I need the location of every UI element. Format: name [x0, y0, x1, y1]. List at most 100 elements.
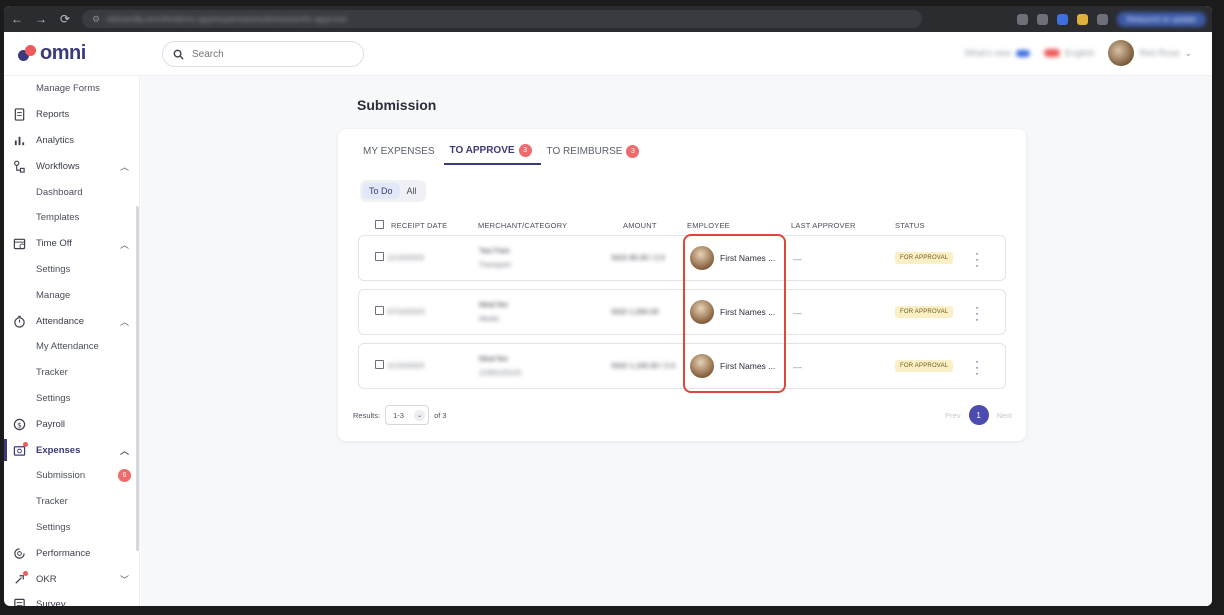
col-receipt-date[interactable]: RECEIPT DATE: [391, 221, 447, 230]
chevron-up-icon[interactable]: ︿: [120, 315, 129, 328]
forward-icon[interactable]: →: [34, 12, 48, 26]
sidebar-item-settings[interactable]: Settings: [4, 515, 139, 541]
sidebar-item-survey[interactable]: Survey: [4, 592, 139, 606]
col-last-approver[interactable]: LAST APPROVER: [791, 221, 856, 230]
relaunch-button[interactable]: Relaunch to update: [1116, 11, 1206, 27]
table-row[interactable]: 11/10/2023 Meal fee 1230123123 SGD 1,100.00…: [358, 343, 1006, 389]
chevron-down-icon: ⌄: [414, 409, 426, 421]
sidebar-item-attendance[interactable]: Attendance ︿: [4, 308, 139, 334]
row-checkbox[interactable]: [375, 306, 384, 315]
app-header: omni What's new English Red Rose ⌄: [4, 32, 1212, 76]
row-checkbox[interactable]: [375, 252, 384, 261]
sidebar-item-manage-forms[interactable]: Manage Forms: [4, 76, 139, 102]
sidebar-item-dashboard[interactable]: Dashboard: [4, 179, 139, 205]
prev-page-button[interactable]: Prev: [945, 411, 960, 420]
col-employee[interactable]: EMPLOYEE: [687, 221, 730, 230]
sidebar-item-label: Analytics: [36, 134, 75, 146]
search-icon: [173, 49, 184, 60]
row-checkbox[interactable]: [375, 360, 384, 369]
sidebar-item-expenses[interactable]: Expenses ︿: [4, 437, 139, 463]
col-status[interactable]: STATUS: [895, 221, 925, 230]
receipt-date: 11/10/2023: [387, 361, 424, 370]
sidebar-item-settings[interactable]: Settings: [4, 257, 139, 283]
page-size-select[interactable]: 1-3 ⌄: [385, 405, 430, 425]
filter-todo[interactable]: To Do: [362, 183, 400, 199]
sidebar-item-label: Workflows: [36, 160, 80, 172]
sidebar-item-tracker[interactable]: Tracker: [4, 360, 139, 386]
sidebar-item-label: Templates: [36, 212, 80, 224]
whats-new-button[interactable]: What's new: [965, 48, 1030, 58]
sidebar-item-analytics[interactable]: Analytics: [4, 128, 139, 154]
stopwatch-icon: [12, 314, 26, 328]
sidebar-item-workflows[interactable]: Workflows ︿: [4, 153, 139, 179]
sidebar-item-label: Reports: [36, 109, 70, 121]
bar-chart-icon: [12, 133, 26, 147]
count-badge: 3: [626, 144, 640, 158]
select-all-checkbox[interactable]: [375, 220, 384, 229]
more-options-icon[interactable]: · · ·: [975, 247, 979, 271]
sidebar-item-performance[interactable]: Performance: [4, 540, 139, 566]
browser-window: ← → ⟳ ⚙ rebrandly.omnihrdemo.app/expense…: [4, 6, 1212, 606]
sidebar-item-time-off[interactable]: Time Off ︿: [4, 231, 139, 257]
sidebar-item-label: Attendance: [36, 315, 85, 327]
tab-my-expenses[interactable]: MY EXPENSES: [363, 143, 444, 165]
omni-logo[interactable]: omni: [4, 42, 154, 65]
extension-icon[interactable]: [1016, 13, 1028, 25]
notification-dot: [23, 571, 28, 577]
more-options-icon[interactable]: · · ·: [975, 355, 979, 379]
results-footer: Results: 1-3 ⌄ of 3: [353, 405, 447, 425]
sidebar-item-label: Performance: [36, 547, 91, 559]
col-amount[interactable]: AMOUNT: [623, 221, 657, 230]
merchant-name: Taxi Fare: [479, 246, 510, 255]
user-avatar: [1108, 40, 1135, 66]
extension-icon[interactable]: [1096, 13, 1108, 25]
sidebar-item-tracker[interactable]: Tracker: [4, 489, 139, 515]
last-approver: —: [793, 362, 802, 372]
chevron-up-icon[interactable]: ︿: [120, 238, 129, 251]
search-input[interactable]: [192, 48, 342, 60]
filter-all[interactable]: All: [400, 183, 424, 199]
sidebar-item-label: Submission: [36, 470, 86, 482]
chevron-down-icon[interactable]: ﹀: [120, 573, 129, 586]
status-badge: FOR APPROVAL: [895, 360, 954, 372]
sidebar-item-payroll[interactable]: $ Payroll: [4, 411, 139, 437]
table-row[interactable]: 07/10/2023 Meal fee Meals SGD 1,000.00 First…: [358, 289, 1006, 335]
reload-icon[interactable]: ⟳: [58, 12, 72, 26]
language-selector[interactable]: English: [1043, 48, 1094, 58]
sidebar-scrollbar[interactable]: [136, 206, 139, 551]
address-bar[interactable]: ⚙ rebrandly.omnihrdemo.app/expenses/subm…: [82, 10, 922, 28]
employee-highlight-box: [683, 234, 786, 393]
sidebar-item-reports[interactable]: Reports: [4, 102, 139, 128]
sidebar-item-okr[interactable]: OKR ﹀: [4, 566, 139, 592]
site-settings-icon[interactable]: ⚙: [92, 14, 100, 25]
search-box[interactable]: [162, 41, 364, 67]
main-content: Submission MY EXPENSES TO APPROVE 3 TO RE…: [141, 76, 1212, 606]
pagination: Prev 1 Next: [945, 405, 1012, 425]
next-page-button[interactable]: Next: [997, 411, 1012, 420]
extension-icon[interactable]: [1076, 13, 1088, 25]
sidebar-item-settings[interactable]: Settings: [4, 386, 139, 412]
extension-icon[interactable]: [1056, 13, 1068, 25]
sidebar-item-submission[interactable]: Submission 6: [4, 463, 139, 489]
tab-to-reimburse[interactable]: TO REIMBURSE 3: [547, 143, 649, 165]
sidebar-item-templates[interactable]: Templates: [4, 205, 139, 231]
browser-toolbar: ← → ⟳ ⚙ rebrandly.omnihrdemo.app/expense…: [4, 6, 1212, 32]
chevron-down-icon: ⌄: [1184, 47, 1192, 58]
page-1-button[interactable]: 1: [968, 405, 989, 425]
chevron-up-icon[interactable]: ︿: [120, 444, 129, 457]
page-title: Submission: [357, 97, 437, 113]
sidebar-item-label: Payroll: [36, 418, 66, 430]
more-options-icon[interactable]: · · ·: [975, 301, 979, 325]
notification-dot: [23, 442, 28, 448]
col-merchant[interactable]: MERCHANT/CATEGORY: [478, 221, 567, 230]
tab-to-approve[interactable]: TO APPROVE 3: [443, 143, 541, 165]
table-row[interactable]: 11/10/2023 Taxi Fare Transport SGD 85.00 / …: [358, 235, 1006, 281]
back-icon[interactable]: ←: [10, 12, 24, 26]
count-badge: 3: [518, 143, 532, 157]
user-menu[interactable]: Red Rose ⌄: [1108, 40, 1192, 66]
table-header: RECEIPT DATE MERCHANT/CATEGORY AMOUNT EM…: [375, 220, 1015, 233]
chevron-up-icon[interactable]: ︿: [120, 160, 129, 173]
extension-icon[interactable]: [1036, 13, 1048, 25]
sidebar-item-manage[interactable]: Manage: [4, 282, 139, 308]
sidebar-item-my-attendance[interactable]: My Attendance: [4, 334, 139, 360]
